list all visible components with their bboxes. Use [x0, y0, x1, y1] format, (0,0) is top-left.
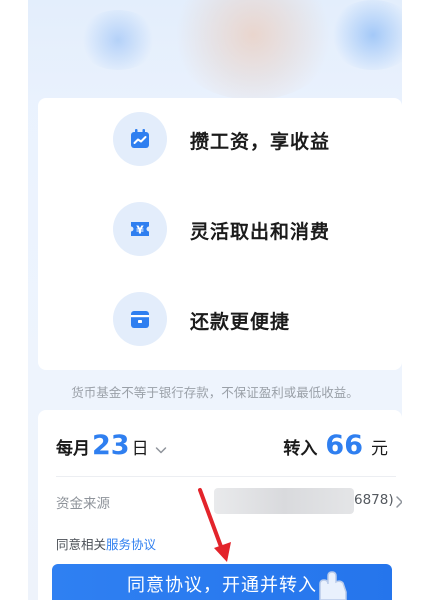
amount-unit: 元 — [371, 439, 388, 459]
feature-label: 攒工资，享收益 — [190, 131, 331, 153]
yuan-ticket-icon: ¥ — [131, 222, 149, 237]
screenshot-margin — [402, 0, 426, 600]
amount-prefix: 转入 — [283, 439, 318, 459]
amount-value: 66 — [325, 430, 363, 461]
feature-icon-badge: ¥ — [113, 202, 167, 256]
feature-row-salary: 攒工资，享收益 — [38, 110, 402, 170]
fund-source-label: 资金来源 — [56, 496, 110, 512]
card-icon — [131, 311, 149, 328]
agreement-prefix: 同意相关 — [56, 537, 107, 552]
chevron-down-icon — [155, 446, 166, 453]
feature-label: 还款更便捷 — [190, 311, 291, 333]
feature-icon-badge — [113, 292, 167, 346]
feature-row-withdraw: ¥ 灵活取出和消费 — [38, 200, 402, 260]
feature-card: 攒工资，享收益 ¥ 灵活取出和消费 还款更便捷 — [38, 98, 402, 370]
hero-decoration — [328, 0, 402, 70]
service-agreement-link[interactable]: 服务协议 — [106, 537, 156, 552]
feature-row-repay: 还款更便捷 — [38, 290, 402, 350]
hand-pointer-icon — [319, 571, 347, 600]
feature-icon-badge — [113, 112, 167, 166]
hero-banner — [28, 0, 402, 100]
svg-text:¥: ¥ — [136, 224, 144, 237]
hero-image — [168, 0, 338, 100]
red-arrow-icon — [198, 488, 231, 562]
agreement-row: 同意相关服务协议 — [56, 534, 156, 553]
day-selector[interactable]: 每月23 日 — [56, 430, 168, 462]
day-prefix: 每月 — [56, 439, 90, 459]
day-value: 23 — [92, 430, 130, 461]
hero-decoration — [78, 10, 158, 70]
calendar-chart-icon — [131, 129, 149, 148]
app-screen: 攒工资，享收益 ¥ 灵活取出和消费 还款更便捷 货币基金不等于银行存款，不保证盈… — [0, 0, 426, 600]
screenshot-margin — [0, 0, 28, 600]
risk-disclaimer: 货币基金不等于银行存款，不保证盈利或最低收益。 — [71, 385, 359, 400]
amount-display[interactable]: 转入 66 元 — [283, 430, 388, 461]
fund-source-account: 6878) — [354, 492, 394, 508]
day-suffix: 日 — [131, 439, 149, 459]
divider — [56, 476, 396, 477]
feature-label: 灵活取出和消费 — [190, 221, 331, 243]
